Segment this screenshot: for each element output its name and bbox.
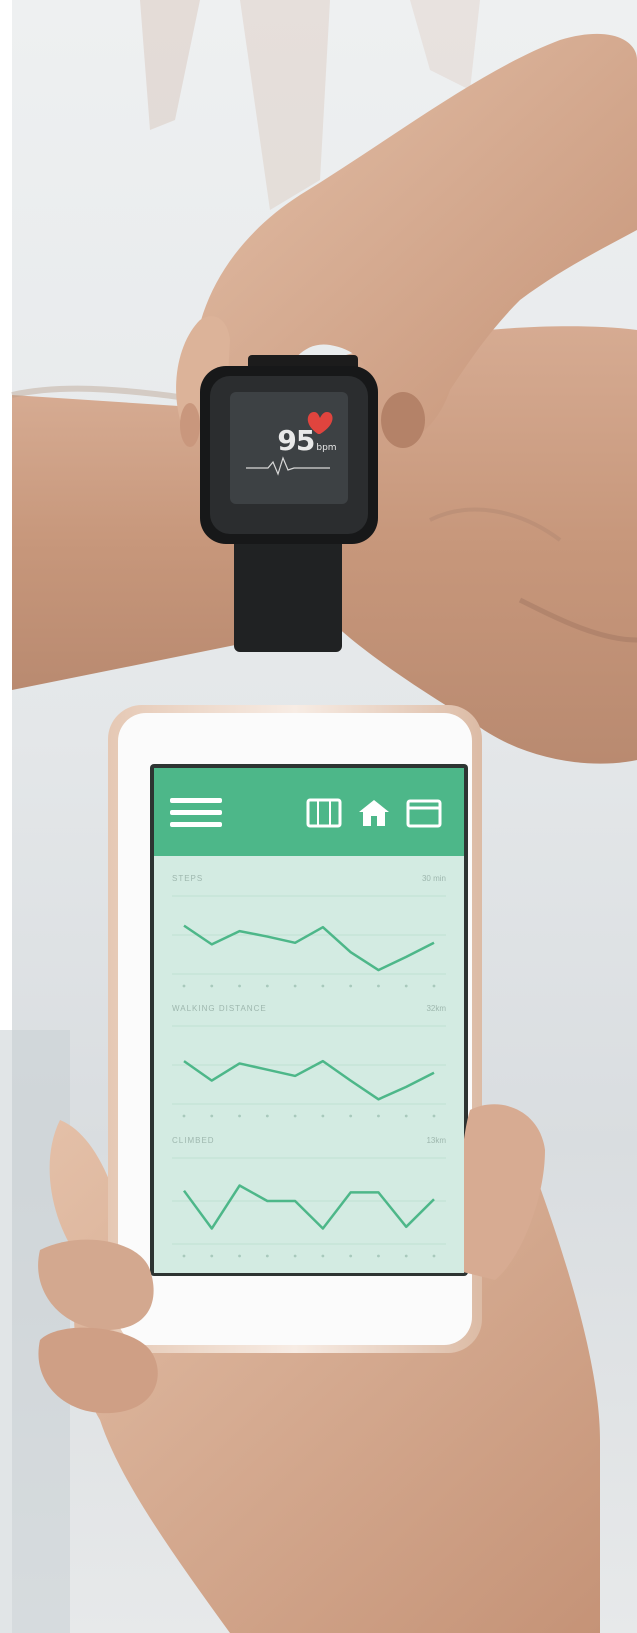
chart-title: WALKING DISTANCE	[172, 1004, 267, 1013]
chart-tick-mark	[293, 984, 297, 988]
walking-distance-line-chart	[172, 1025, 446, 1118]
steps-line-chart	[172, 895, 446, 988]
chart-tick-mark	[238, 1114, 241, 1118]
photo-scene: 95 bpm STEPS 30 min WALKING DISTANCE 32k…	[0, 0, 637, 1633]
chart-tick-mark	[377, 1254, 380, 1258]
chart-tick-mark	[377, 1114, 380, 1118]
bpm-value: 95	[277, 424, 315, 457]
chart-tick-mark	[404, 1114, 408, 1118]
home-icon[interactable]	[356, 798, 392, 828]
chart-tick-mark	[293, 1254, 297, 1258]
steps-chart: STEPS 30 min	[166, 874, 452, 994]
chart-tick-mark	[349, 1114, 353, 1118]
chart-tick-mark	[210, 984, 214, 988]
calendar-list-icon[interactable]	[306, 798, 342, 828]
chart-series-line	[183, 924, 435, 972]
chart-tick-mark	[404, 1254, 408, 1258]
chart-tick-mark	[321, 1254, 325, 1258]
chart-tick-mark	[349, 984, 353, 988]
app-header	[154, 768, 464, 856]
chart-tick-mark	[432, 1114, 436, 1118]
chart-series-line	[182, 1184, 435, 1230]
walking-distance-chart: WALKING DISTANCE 32km	[166, 1004, 452, 1124]
chart-tick-mark	[265, 1254, 269, 1258]
chart-tick-mark	[321, 984, 325, 988]
chart-tick-mark	[265, 984, 269, 988]
menu-icon[interactable]	[170, 798, 222, 828]
bpm-unit: bpm	[316, 443, 337, 453]
climbed-chart: CLIMBED 13km	[166, 1136, 452, 1266]
chart-tick-mark	[182, 1114, 186, 1118]
chart-tick-mark	[182, 1254, 186, 1258]
chart-tick-mark	[238, 1254, 241, 1258]
chart-tick-mark	[349, 1254, 353, 1258]
chart-title: STEPS	[172, 874, 204, 883]
chart-tick-mark	[432, 984, 436, 988]
chart-tick-mark	[210, 1114, 214, 1118]
chart-meta: 13km	[426, 1136, 446, 1145]
chart-tick-mark	[321, 1114, 325, 1118]
chart-title: CLIMBED	[172, 1136, 215, 1145]
chart-tick-mark	[210, 1254, 214, 1258]
chart-tick-mark	[377, 984, 380, 988]
chart-tick-mark	[182, 984, 186, 988]
chart-series-line	[183, 1059, 435, 1101]
chart-tick-mark	[293, 1114, 297, 1118]
chart-tick-mark	[432, 1254, 436, 1258]
chart-tick-mark	[265, 1114, 269, 1118]
watch-heart-rate-readout: 95 bpm	[262, 424, 352, 457]
chart-tick-mark	[404, 984, 408, 988]
phone-app-screen: STEPS 30 min WALKING DISTANCE 32km CLIMB…	[154, 768, 464, 1273]
climbed-line-chart	[172, 1157, 446, 1258]
calendar-icon[interactable]	[406, 798, 442, 828]
app-body: STEPS 30 min WALKING DISTANCE 32km CLIMB…	[154, 856, 464, 1273]
chart-tick-mark	[238, 984, 241, 988]
chart-meta: 32km	[426, 1004, 446, 1013]
chart-meta: 30 min	[421, 874, 446, 883]
